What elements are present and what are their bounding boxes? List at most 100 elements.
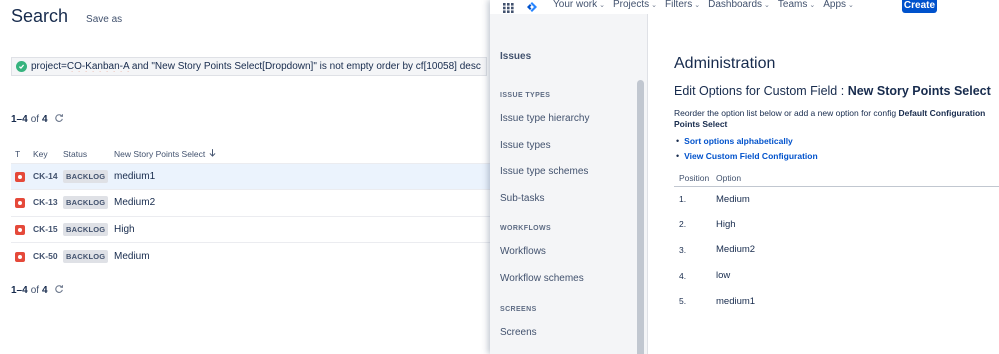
save-as-button[interactable]: Save as bbox=[86, 14, 122, 25]
points-cell: Medium2 bbox=[114, 189, 490, 216]
table-header-row: T Key Status New Story Points Select bbox=[11, 146, 490, 163]
pager-range: 1–4 bbox=[11, 114, 28, 125]
refresh-icon[interactable] bbox=[54, 284, 64, 297]
column-header-position: Position bbox=[674, 171, 711, 187]
sidebar-item-issue-type-schemes[interactable]: Issue type schemes bbox=[500, 166, 588, 177]
create-button[interactable]: Create bbox=[902, 0, 937, 13]
points-cell: Medium bbox=[114, 242, 490, 269]
column-header-key[interactable]: Key bbox=[33, 146, 63, 163]
nav-label: Projects bbox=[612, 0, 650, 10]
column-header-status[interactable]: Status bbox=[63, 146, 114, 163]
option-position: 4. bbox=[679, 270, 687, 281]
sidebar-item-issue-types[interactable]: Issue types bbox=[500, 140, 551, 151]
option-name: medium1 bbox=[716, 295, 756, 307]
config-name-continued: Points Select bbox=[674, 119, 728, 129]
column-header-option: Option bbox=[711, 171, 999, 187]
bug-icon bbox=[15, 224, 25, 235]
option-name: low bbox=[716, 270, 731, 282]
column-header-points-label: New Story Points Select bbox=[114, 149, 206, 160]
issue-key[interactable]: CK-14 bbox=[33, 171, 58, 181]
bug-icon bbox=[15, 198, 25, 209]
top-navigation: Your work ⌄ Projects ⌄ Filters ⌄ Dashboards… bbox=[490, 0, 999, 14]
nav-your-work[interactable]: Your work ⌄ bbox=[553, 0, 605, 10]
view-config-link[interactable]: View Custom Field Configuration bbox=[684, 151, 818, 161]
issue-key[interactable]: CK-50 bbox=[33, 251, 58, 261]
table-row[interactable]: CK-50 BACKLOG Medium bbox=[11, 242, 490, 269]
admin-title: Administration bbox=[674, 55, 776, 72]
option-name: Medium bbox=[716, 193, 750, 205]
pager-of: of bbox=[30, 285, 40, 296]
sidebar-scrollbar[interactable] bbox=[637, 80, 644, 354]
nav-label: Teams bbox=[777, 0, 808, 10]
pager-bottom: 1–4 of 4 bbox=[11, 284, 64, 297]
table-row: 3. Medium2 bbox=[674, 237, 999, 263]
edit-title-prefix: Edit Options for Custom Field : bbox=[674, 84, 848, 98]
jql-query-bar[interactable]: project=CO-Kanban-A and "New Story Point… bbox=[11, 57, 487, 76]
nav-apps[interactable]: Apps ⌄ bbox=[823, 0, 854, 10]
nav-projects[interactable]: Projects ⌄ bbox=[613, 0, 657, 10]
pager-total: 4 bbox=[42, 285, 48, 296]
points-cell: medium1 bbox=[114, 162, 490, 190]
nav-teams[interactable]: Teams ⌄ bbox=[778, 0, 815, 10]
sidebar-group-workflows: WORKFLOWS bbox=[500, 225, 552, 232]
table-row[interactable]: CK-14 BACKLOG medium1 bbox=[11, 162, 490, 190]
custom-field-name: New Story Points Select bbox=[847, 84, 991, 98]
sidebar-item-screens[interactable]: Screens bbox=[500, 327, 537, 338]
sidebar-group-issue-types: ISSUE TYPES bbox=[500, 92, 551, 99]
admin-main: Administration Edit Options for Custom F… bbox=[674, 14, 999, 354]
chevron-down-icon: ⌄ bbox=[764, 1, 770, 9]
sidebar-group-screens: SCREENS bbox=[500, 306, 537, 313]
column-header-type[interactable]: T bbox=[11, 146, 33, 163]
sidebar-item-workflows[interactable]: Workflows bbox=[500, 246, 546, 257]
search-header: Search Save as bbox=[11, 6, 122, 27]
table-row[interactable]: CK-15 BACKLOG High bbox=[11, 215, 490, 243]
nav-filters[interactable]: Filters ⌄ bbox=[665, 0, 700, 10]
check-circle-icon bbox=[16, 61, 27, 72]
description-text: Reorder the option list below or add a n… bbox=[674, 108, 899, 118]
nav-label: Your work bbox=[553, 0, 598, 10]
issue-key[interactable]: CK-13 bbox=[33, 197, 58, 207]
jql-rest: and "New Story Points Select[Dropdown]" … bbox=[129, 61, 481, 72]
issues-table: T Key Status New Story Points Select CK-… bbox=[11, 146, 490, 269]
chevron-down-icon: ⌄ bbox=[809, 1, 816, 9]
nav-dashboards[interactable]: Dashboards ⌄ bbox=[708, 0, 770, 10]
table-row: 1. Medium bbox=[674, 186, 999, 212]
option-position: 2. bbox=[679, 219, 687, 230]
search-page: Search Save as project=CO-Kanban-A and "… bbox=[0, 0, 490, 354]
chevron-down-icon: ⌄ bbox=[848, 1, 854, 9]
option-name: Medium2 bbox=[716, 244, 756, 256]
sidebar-item-workflow-schemes[interactable]: Workflow schemes bbox=[500, 273, 584, 284]
option-position: 3. bbox=[679, 244, 687, 255]
jql-prefix: project= bbox=[31, 61, 67, 72]
admin-panel: Your work ⌄ Projects ⌄ Filters ⌄ Dashboards… bbox=[490, 0, 999, 354]
status-badge: BACKLOG bbox=[63, 169, 109, 183]
sort-alphabetically-link[interactable]: Sort options alphabetically bbox=[684, 136, 793, 146]
pager-top: 1–4 of 4 bbox=[11, 113, 64, 126]
description: Reorder the option list below or add a n… bbox=[674, 108, 999, 130]
config-name: Default Configuration bbox=[898, 108, 986, 118]
status-badge: BACKLOG bbox=[63, 249, 109, 263]
points-cell: High bbox=[114, 215, 490, 243]
status-badge: BACKLOG bbox=[63, 222, 109, 236]
bug-icon bbox=[15, 251, 25, 262]
refresh-icon[interactable] bbox=[54, 113, 64, 126]
option-position: 5. bbox=[679, 296, 687, 307]
jql-query-text: project=CO-Kanban-A and "New Story Point… bbox=[31, 61, 481, 72]
pager-total: 4 bbox=[42, 114, 48, 125]
table-header-row: Position Option bbox=[674, 171, 999, 187]
pager-range: 1–4 bbox=[11, 285, 28, 296]
column-header-points[interactable]: New Story Points Select bbox=[114, 146, 490, 163]
table-row: 5. medium1 bbox=[674, 288, 999, 314]
action-links: Sort options alphabetically View Custom … bbox=[676, 133, 818, 163]
sidebar-title: Issues bbox=[500, 51, 532, 62]
sidebar-item-sub-tasks[interactable]: Sub-tasks bbox=[500, 193, 544, 204]
nav-label: Dashboards bbox=[708, 0, 763, 10]
admin-sidebar: Issues ISSUE TYPES Issue type hierarchy … bbox=[490, 14, 648, 354]
chevron-down-icon: ⌄ bbox=[694, 1, 701, 9]
table-row[interactable]: CK-13 BACKLOG Medium2 bbox=[11, 189, 490, 216]
sidebar-item-issue-type-hierarchy[interactable]: Issue type hierarchy bbox=[500, 113, 590, 124]
page-title: Search bbox=[11, 6, 69, 26]
list-item: View Custom Field Configuration bbox=[676, 148, 818, 163]
sort-down-icon bbox=[209, 149, 216, 159]
issue-key[interactable]: CK-15 bbox=[33, 224, 58, 234]
